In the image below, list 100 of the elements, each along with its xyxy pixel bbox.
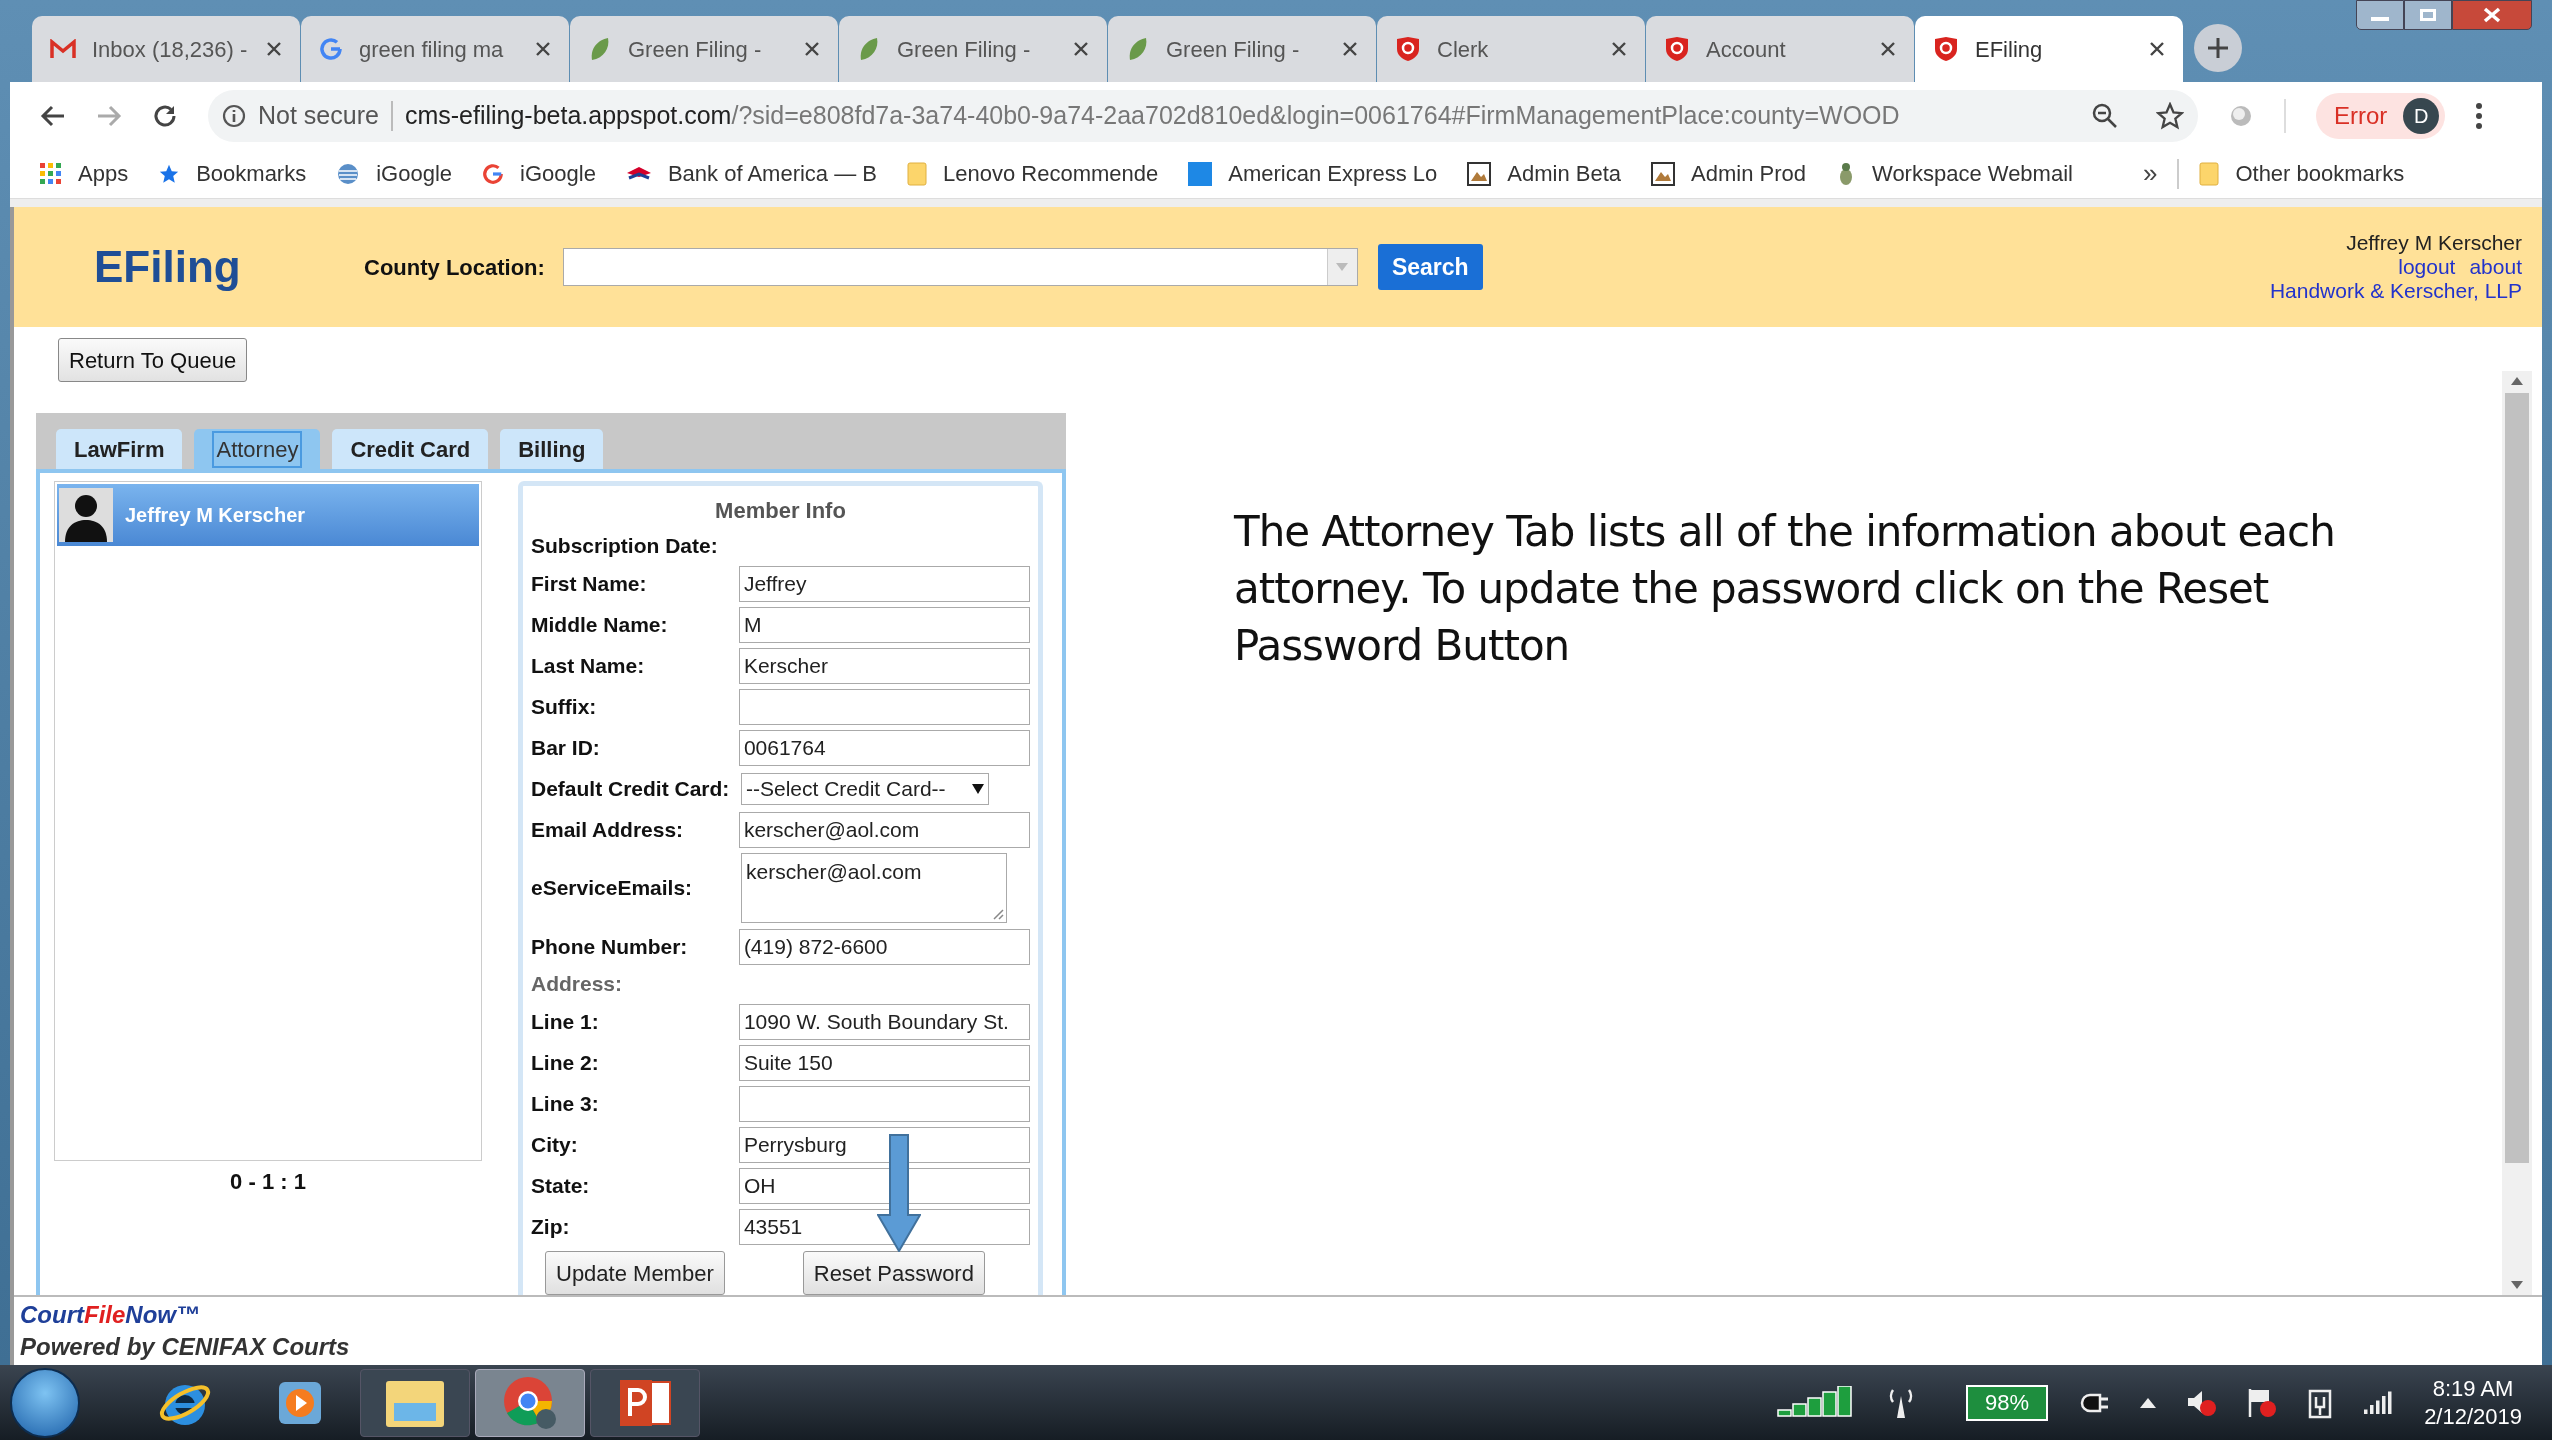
form-button[interactable]: Update Member [545, 1251, 725, 1295]
caret-icon [1336, 263, 1349, 271]
scrollbar[interactable] [2502, 371, 2532, 1295]
text-field[interactable]: 1090 W. South Boundary St. [738, 1003, 1030, 1040]
browser-tab[interactable]: Clerk [1377, 16, 1645, 82]
close-icon[interactable] [1611, 41, 1627, 57]
bookmark[interactable]: Apps [40, 157, 129, 190]
field-label: eServiceEmails: [531, 875, 694, 902]
tab-title: Green Filing - [1166, 35, 1301, 64]
bookmark[interactable]: American Express Lo [1188, 157, 1438, 190]
close-icon[interactable] [1880, 41, 1896, 57]
return-to-queue-button[interactable]: Return To Queue [58, 338, 248, 382]
g-logo-icon [319, 37, 343, 61]
envelope-icon [50, 39, 76, 59]
text-field[interactable] [738, 1085, 1030, 1122]
bookmark[interactable]: Other bookmarks [2199, 157, 2405, 190]
field-label: Line 3: [531, 1090, 600, 1117]
resize-grip-icon [992, 908, 1004, 920]
close-icon [2483, 7, 2501, 23]
text-field[interactable]: 0061764 [738, 729, 1030, 766]
text-field[interactable]: kerscher@aol.com [738, 811, 1030, 848]
tab-title: Clerk [1437, 35, 1490, 64]
tab-title: Inbox (18,236) - [92, 35, 249, 64]
close-icon[interactable] [1342, 41, 1358, 57]
menu-icon[interactable] [2475, 101, 2484, 130]
text-field[interactable]: Suite 150 [738, 1044, 1030, 1081]
browser-tab[interactable]: Green Filing - [570, 16, 838, 82]
browser-tab[interactable]: Green Filing - [839, 16, 1107, 82]
bookmark[interactable]: Bank of America — B [625, 157, 877, 190]
avatar: D [2403, 97, 2440, 134]
panel-tab[interactable]: Billing [500, 429, 604, 469]
text-field[interactable]: (419) 872-6600 [738, 928, 1030, 965]
text-field[interactable]: Jeffrey [738, 565, 1030, 602]
header-link[interactable]: logout [2398, 255, 2456, 279]
caret-icon [972, 783, 984, 794]
close-icon[interactable] [1073, 41, 1089, 57]
text-field[interactable]: M [738, 606, 1030, 643]
url-text: cms-efiling-beta.appspot.com/?sid=e808fd7a-3a74-40b0-9a74-2aa702d810ed&login=0061764#FirmManagementPlace:county=WOOD [404, 99, 1901, 131]
header-link[interactable]: about [2469, 255, 2522, 279]
bookmark[interactable]: Workspace Webmail [1836, 157, 2073, 190]
panel-tab[interactable]: Attorney [194, 429, 321, 469]
bookmark[interactable]: Admin Prod [1651, 157, 1806, 190]
browser-tab[interactable]: Account [1646, 16, 1914, 82]
browser-tab[interactable]: Inbox (18,236) - [32, 16, 300, 82]
field-label: Line 1: [531, 1008, 600, 1035]
close-icon[interactable] [535, 41, 551, 57]
more-bookmarks-button[interactable]: » [2142, 154, 2158, 193]
browser-tab[interactable]: green filing ma [301, 16, 569, 82]
browser-tab[interactable]: EFiling [1915, 16, 2183, 82]
field-label: First Name: [531, 570, 648, 597]
field-label: State: [531, 1172, 591, 1199]
panel-tab[interactable]: Credit Card [332, 429, 489, 469]
powered-by-text: Powered by CENIFAX Courts [20, 1332, 350, 1362]
tab-title: Green Filing - [628, 35, 763, 64]
app-title: EFiling [94, 241, 242, 293]
address-bar[interactable]: Not secure cms-efiling-beta.appspot.com/?sid=e808fd7a-3a74-40b0-9a74-2aa702d810ed&login=0061764#FirmManagementPlace:county=WOOD [208, 89, 2198, 142]
credit-card-select[interactable]: --Select Credit Card-- [741, 772, 989, 805]
close-icon[interactable] [2149, 41, 2165, 57]
star-outline-icon[interactable] [2156, 101, 2184, 130]
text-field[interactable]: OH [738, 1167, 1030, 1204]
bookmark[interactable]: Lenovo Recommende [907, 157, 1159, 190]
taskbar-app[interactable] [590, 1368, 700, 1437]
taskbar-app[interactable] [360, 1368, 470, 1437]
flag-error-icon[interactable] [2246, 1386, 2277, 1419]
annotation-text: The Attorney Tab lists all of the information about each attorney. To update the password click on the Reset Password Button [1234, 506, 2336, 672]
bookmark[interactable]: Admin Beta [1467, 157, 1622, 190]
scroll-down-icon [2511, 1281, 2523, 1289]
search-button[interactable]: Search [1377, 244, 1483, 290]
text-field[interactable] [738, 688, 1030, 725]
close-icon[interactable] [266, 41, 282, 57]
user-name: Jeffrey M Kerscher [2346, 231, 2522, 255]
minimize-button[interactable] [2356, 0, 2404, 30]
zoom-icon[interactable] [2092, 102, 2118, 129]
form-button[interactable]: Reset Password [802, 1251, 985, 1295]
tab-title: EFiling [1975, 35, 2044, 64]
new-tab-button[interactable] [2194, 24, 2242, 72]
security-label: Not secure [258, 99, 379, 131]
text-area[interactable]: kerscher@aol.com [741, 853, 1007, 923]
signal-bars-icon[interactable] [2364, 1389, 2395, 1416]
grid-icon [40, 162, 62, 185]
back-arrow-icon[interactable] [40, 103, 66, 128]
field-label: Default Credit Card: [531, 775, 731, 802]
panel-tab[interactable]: LawFirm [56, 429, 183, 469]
browser-tab[interactable]: Green Filing - [1108, 16, 1376, 82]
field-label: Suffix: [531, 693, 598, 720]
profile-error-button[interactable]: Error D [2316, 92, 2446, 139]
bookmark[interactable]: iGoogle [482, 157, 596, 190]
field-label: Bar ID: [531, 734, 601, 761]
maximize-button[interactable] [2404, 0, 2452, 30]
bookmark[interactable]: Bookmarks [158, 157, 307, 190]
close-icon[interactable] [804, 41, 820, 57]
text-field[interactable]: Kerscher [738, 647, 1030, 684]
text-field[interactable]: Perrysburg [738, 1126, 1030, 1163]
bookmark[interactable]: iGoogle [336, 157, 453, 190]
globe-icon [336, 161, 361, 186]
clock[interactable]: 8:19 AM 2/12/2019 [2424, 1374, 2522, 1431]
person-silhouette-icon [59, 488, 113, 542]
close-window-button[interactable] [2452, 0, 2532, 30]
caret-up-icon[interactable] [2140, 1397, 2157, 1408]
text-field[interactable]: 43551 [738, 1208, 1030, 1245]
